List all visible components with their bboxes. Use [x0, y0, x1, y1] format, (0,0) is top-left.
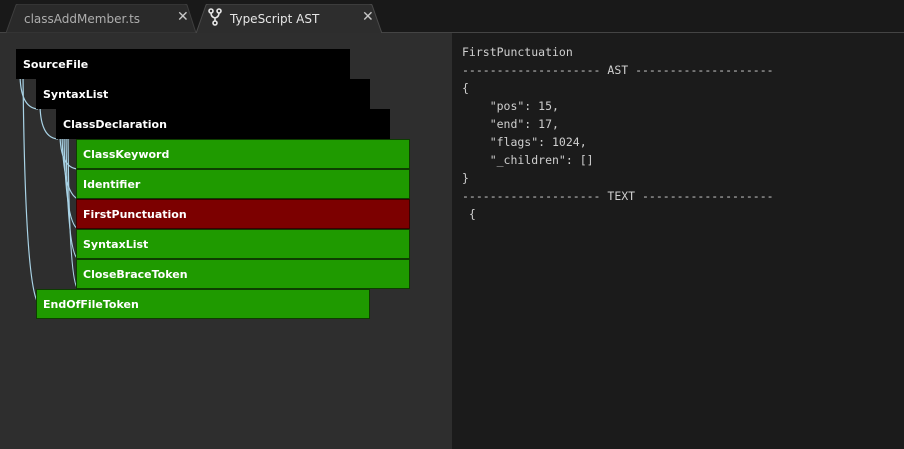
tab-typescript-ast[interactable]: TypeScript AST ✕ — [196, 4, 382, 33]
node-label: SourceFile — [23, 57, 89, 71]
node-details-text: FirstPunctuation -------------------- AS… — [462, 43, 774, 223]
tree-node-class-keyword[interactable]: ClassKeyword — [76, 139, 410, 169]
tree-node-end-of-file-token[interactable]: EndOfFileToken — [36, 289, 370, 319]
tab-label: TypeScript AST — [230, 11, 320, 26]
node-label: Identifier — [83, 177, 141, 191]
node-label: ClassKeyword — [83, 147, 170, 161]
tab-bar: classAddMember.ts ✕ TypeScript AST ✕ — [0, 0, 904, 33]
ast-line: "flags": 1024, — [462, 135, 587, 149]
node-label: SyntaxList — [83, 237, 149, 251]
tree-node-class-declaration[interactable]: ClassDeclaration — [56, 109, 390, 139]
details-title: FirstPunctuation — [462, 45, 573, 59]
tree-node-close-brace-token[interactable]: CloseBraceToken — [76, 259, 410, 289]
ast-line: "pos": 15, — [462, 99, 559, 113]
node-label: EndOfFileToken — [43, 297, 139, 311]
node-label: FirstPunctuation — [83, 207, 187, 221]
node-details-pane: FirstPunctuation -------------------- AS… — [452, 33, 904, 449]
tab-label: classAddMember.ts — [24, 11, 141, 26]
tree-node-source-file[interactable]: SourceFile — [16, 49, 350, 79]
ast-section-header: -------------------- AST ---------------… — [462, 63, 774, 77]
node-label: SyntaxList — [43, 87, 109, 101]
ast-line: } — [462, 171, 469, 185]
fork-icon — [208, 8, 222, 26]
ast-line: { — [462, 81, 469, 95]
ast-line: "_children": [] — [462, 153, 594, 167]
node-label: CloseBraceToken — [83, 267, 188, 281]
node-label: ClassDeclaration — [63, 117, 167, 131]
tree-node-syntax-list-inner[interactable]: SyntaxList — [76, 229, 410, 259]
tree-node-first-punctuation[interactable]: FirstPunctuation — [76, 199, 410, 229]
text-section-header: -------------------- TEXT --------------… — [462, 189, 774, 203]
close-icon[interactable]: ✕ — [362, 10, 374, 24]
tree-node-identifier[interactable]: Identifier — [76, 169, 410, 199]
ast-tree-pane: SourceFile SyntaxList ClassDeclaration C… — [0, 33, 452, 449]
tab-class-add-member[interactable]: classAddMember.ts ✕ — [6, 4, 196, 33]
close-icon[interactable]: ✕ — [177, 10, 189, 24]
node-text-value: { — [462, 207, 476, 221]
tree-node-syntax-list[interactable]: SyntaxList — [36, 79, 370, 109]
ast-line: "end": 17, — [462, 117, 559, 131]
